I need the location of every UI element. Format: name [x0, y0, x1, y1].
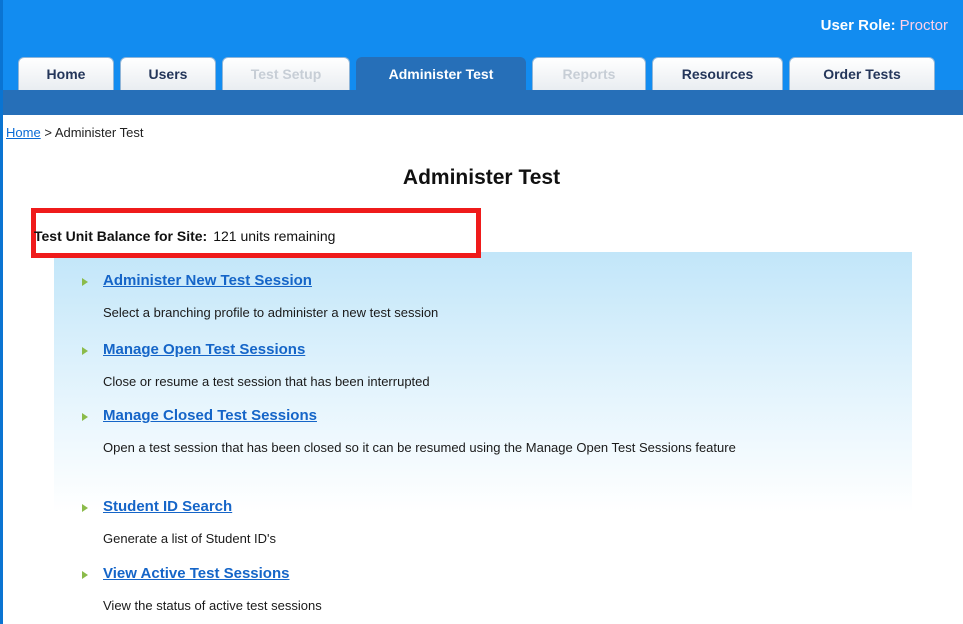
breadcrumb-current: Administer Test — [54, 125, 144, 140]
item-description: Select a branching profile to administer… — [103, 305, 439, 320]
tab-administer-test[interactable]: Administer Test — [356, 57, 526, 90]
breadcrumb-separator: > — [44, 125, 52, 140]
balance-label: Test Unit Balance for Site: — [34, 228, 208, 244]
item-description: View the status of active test sessions — [103, 598, 322, 613]
arrow-right-icon — [82, 347, 88, 355]
left-border — [0, 0, 3, 624]
administer-new-test-session-link[interactable]: Administer New Test Session — [103, 272, 312, 289]
nav-strip — [0, 90, 963, 115]
student-id-search-link[interactable]: Student ID Search — [103, 498, 232, 515]
header-bar: User Role: Proctor Home Users Test Setup … — [0, 0, 963, 90]
tab-reports: Reports — [532, 57, 646, 90]
user-role: User Role: Proctor — [821, 17, 948, 34]
item-description: Close or resume a test session that has … — [103, 374, 430, 389]
manage-closed-test-sessions-link[interactable]: Manage Closed Test Sessions — [103, 407, 317, 424]
arrow-right-icon — [82, 504, 88, 512]
tab-users[interactable]: Users — [120, 57, 216, 90]
tab-order-tests[interactable]: Order Tests — [789, 57, 935, 90]
breadcrumb-home-link[interactable]: Home — [6, 125, 41, 140]
tab-test-setup: Test Setup — [222, 57, 350, 90]
item-description: Generate a list of Student ID's — [103, 531, 277, 546]
test-unit-balance: Test Unit Balance for Site: 121 units rem… — [34, 228, 335, 244]
tab-resources[interactable]: Resources — [652, 57, 783, 90]
page-title: Administer Test — [402, 166, 561, 189]
tab-home[interactable]: Home — [18, 57, 114, 90]
view-active-test-sessions-link[interactable]: View Active Test Sessions — [103, 565, 289, 582]
page: User Role: Proctor Home Users Test Setup … — [0, 0, 963, 624]
user-role-label: User Role: — [820, 17, 896, 34]
user-role-value: Proctor — [899, 17, 948, 34]
arrow-right-icon — [82, 571, 88, 579]
manage-open-test-sessions-link[interactable]: Manage Open Test Sessions — [103, 341, 305, 358]
arrow-right-icon — [82, 278, 88, 286]
main-tabs: Home Users Test Setup Administer Test Re… — [18, 57, 941, 90]
breadcrumb: Home > Administer Test — [6, 125, 143, 140]
arrow-right-icon — [82, 413, 88, 421]
item-description: Open a test session that has been closed… — [103, 440, 736, 455]
balance-value: 121 units remaining — [213, 228, 336, 244]
